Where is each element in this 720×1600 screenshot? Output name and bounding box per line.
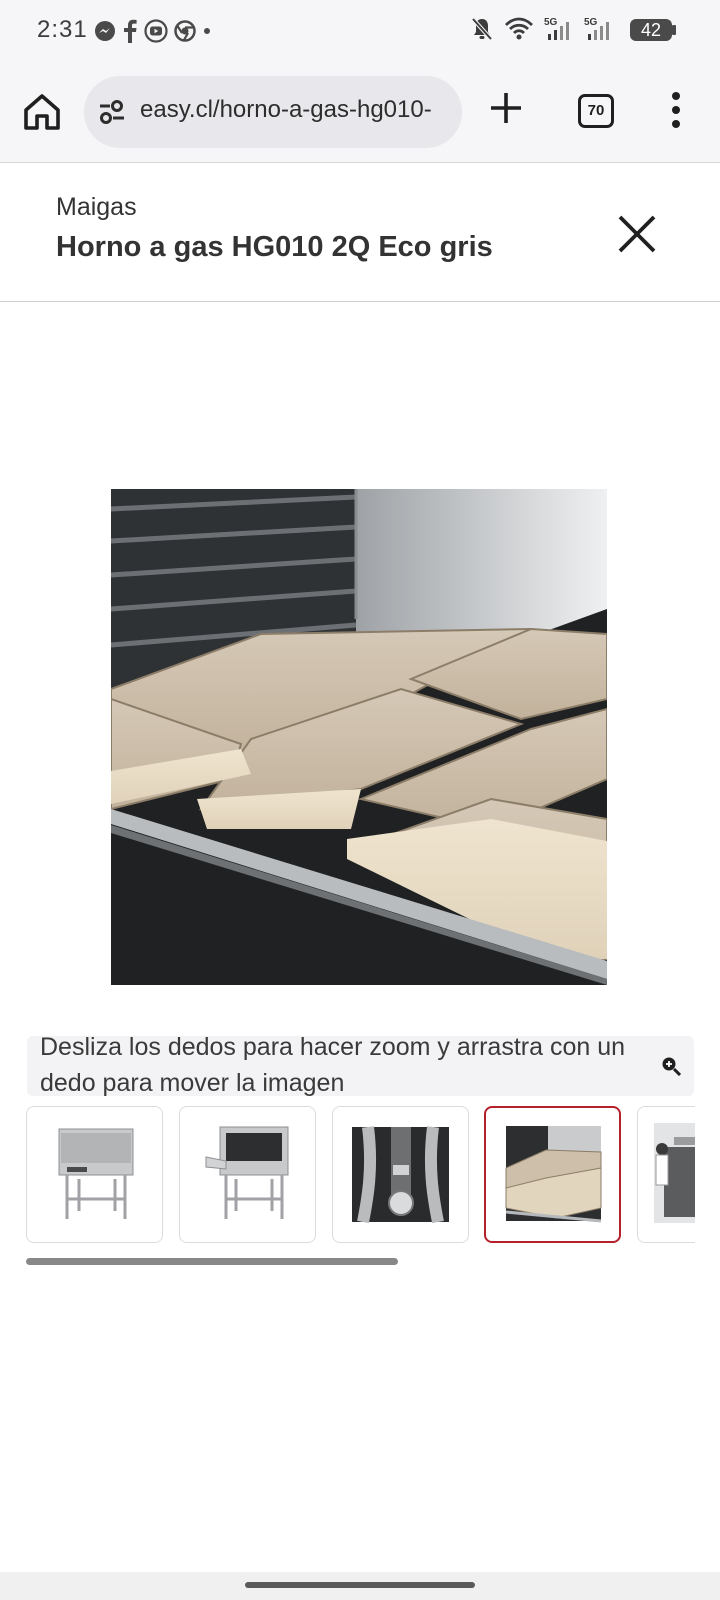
zoom-hint-text: Desliza los dedos para hacer zoom y arra… — [40, 1033, 626, 1097]
site-settings-icon[interactable] — [98, 99, 126, 125]
thumbnail-kitchen[interactable] — [637, 1106, 695, 1243]
thumbnail-stones[interactable] — [484, 1106, 621, 1243]
svg-text:5G: 5G — [544, 17, 558, 28]
dot-icon — [204, 28, 210, 34]
url-text[interactable]: easy.cl/horno-a-gas-hg010- — [140, 96, 432, 124]
status-time: 2:31 — [37, 16, 88, 43]
battery-tip — [672, 25, 676, 35]
thumbnail-scrollbar[interactable] — [26, 1258, 398, 1265]
status-bar: 2:31 5G 5G 42 — [0, 0, 720, 62]
tab-switcher-button[interactable]: 70 — [578, 94, 614, 128]
signal-5g-icon: 5G — [544, 17, 569, 40]
kitchen-image — [654, 1123, 695, 1223]
address-bar[interactable]: easy.cl/horno-a-gas-hg010- — [84, 76, 462, 148]
wifi-icon — [505, 17, 533, 40]
notification-icons — [94, 19, 212, 43]
product-header: Maigas Horno a gas HG010 2Q Eco gris — [0, 163, 720, 302]
system-nav-bar — [0, 1572, 720, 1600]
oven-open-image — [205, 1126, 289, 1219]
youtube-icon — [144, 19, 168, 43]
stones-image — [505, 1126, 602, 1223]
zoom-hint: Desliza los dedos para hacer zoom y arra… — [27, 1033, 694, 1097]
product-title: Horno a gas HG010 2Q Eco gris — [56, 231, 493, 263]
zoom-in-icon — [662, 1057, 681, 1076]
mute-icon — [471, 17, 493, 41]
more-menu-icon[interactable] — [666, 90, 686, 130]
burner-image — [352, 1126, 449, 1224]
new-tab-icon[interactable] — [486, 88, 526, 128]
home-icon[interactable] — [20, 90, 64, 134]
close-icon[interactable] — [612, 209, 662, 259]
signal-5g-icon: 5G — [584, 17, 609, 40]
system-icons: 5G 5G — [470, 16, 614, 42]
home-gesture-pill[interactable] — [245, 1582, 475, 1588]
facebook-icon — [124, 19, 137, 43]
thumbnail-oven-closed[interactable] — [26, 1106, 163, 1243]
thumbnail-oven-open[interactable] — [179, 1106, 316, 1243]
battery-level: 42 — [630, 19, 672, 41]
product-main-image[interactable] — [111, 489, 607, 985]
chrome-icon — [174, 20, 196, 42]
product-brand: Maigas — [56, 193, 137, 221]
svg-text:5G: 5G — [584, 17, 598, 28]
browser-toolbar: easy.cl/horno-a-gas-hg010- 70 — [0, 62, 720, 163]
thumbnail-burner[interactable] — [332, 1106, 469, 1243]
messenger-icon — [95, 21, 115, 41]
oven-closed-image — [58, 1128, 134, 1219]
